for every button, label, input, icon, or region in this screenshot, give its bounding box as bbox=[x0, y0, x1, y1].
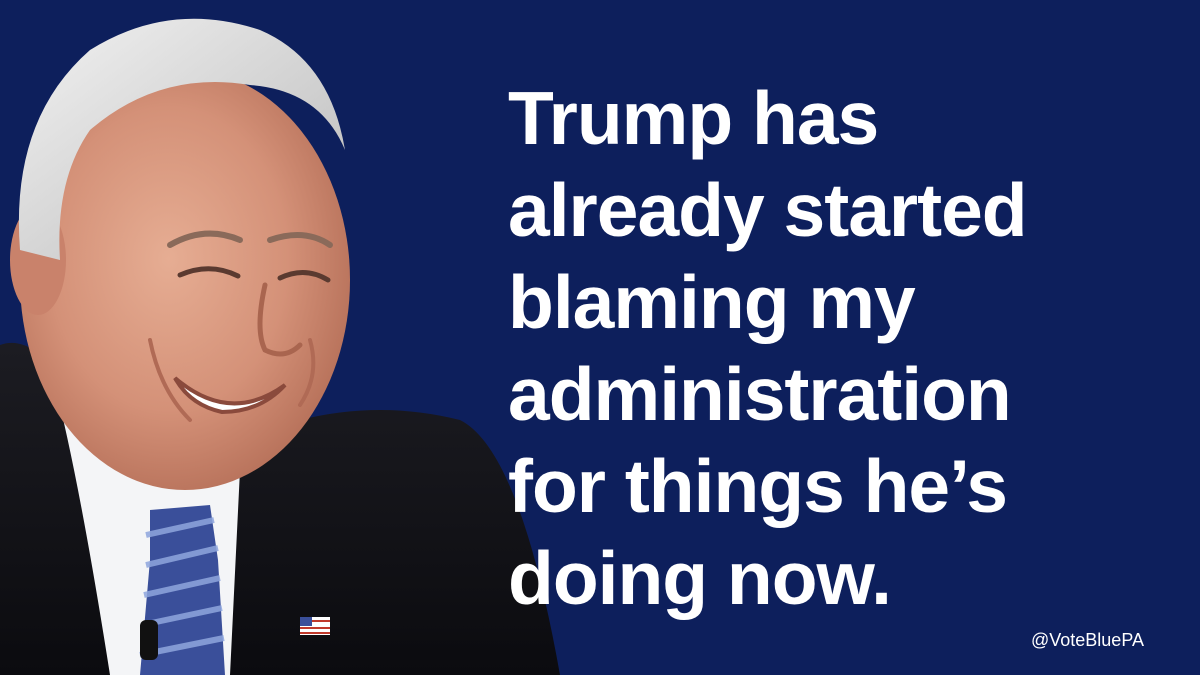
quote-line: administration bbox=[508, 352, 1012, 436]
quote-line: already started bbox=[508, 168, 1028, 252]
quote-text: Trump has already started blaming my adm… bbox=[508, 72, 1178, 624]
quote-line: for things he’s bbox=[508, 444, 1008, 528]
social-handle: @VoteBluePA bbox=[1030, 630, 1144, 650]
graphic-card: Trump has already started blaming my adm… bbox=[0, 0, 1200, 675]
quote-line: blaming my bbox=[508, 260, 916, 344]
quote-line: Trump has bbox=[508, 76, 879, 160]
quote-line: doing now. bbox=[508, 536, 892, 620]
portrait-photo bbox=[0, 18, 560, 675]
